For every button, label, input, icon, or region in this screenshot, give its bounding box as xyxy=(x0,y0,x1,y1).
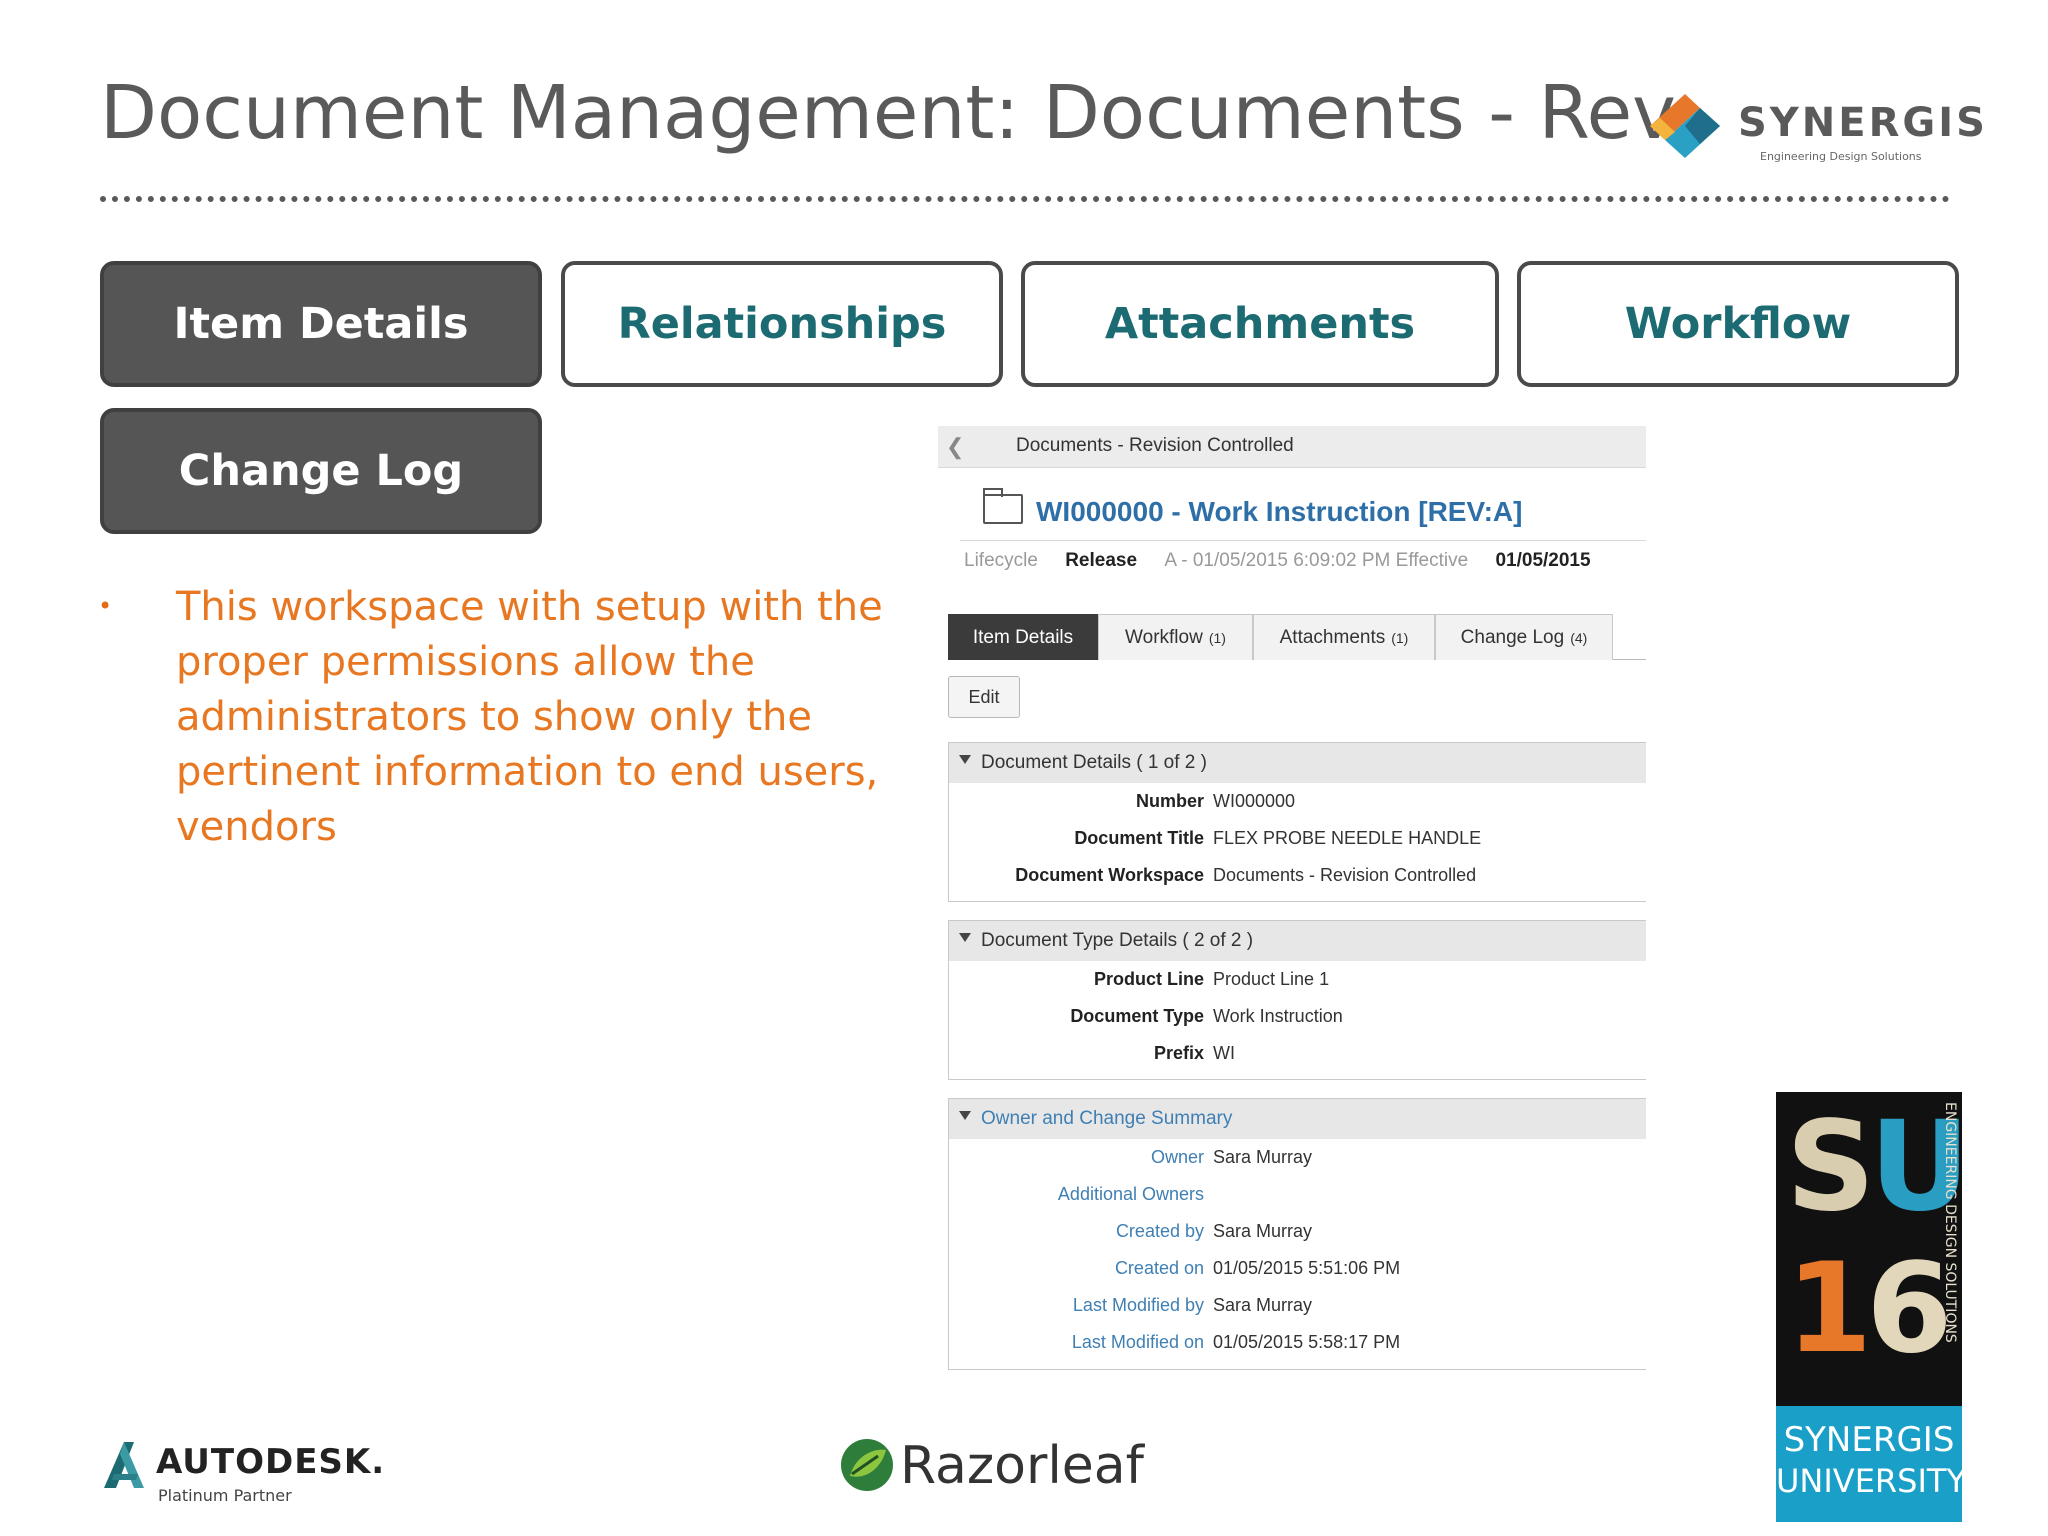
field-label: Last Modified by xyxy=(1072,1295,1204,1315)
tab-label: Attachments xyxy=(1279,626,1386,648)
tab-label: Item Details xyxy=(972,626,1074,648)
field-row: Last Modified on 01/05/2015 5:58:17 PM xyxy=(949,1324,1646,1361)
workspace-title[interactable]: Documents - Revision Controlled xyxy=(1016,435,1294,457)
field-row: Additional Owners xyxy=(949,1176,1646,1213)
field-value: WI xyxy=(1213,1043,1235,1063)
autodesk-name: AUTODESK. xyxy=(156,1442,386,1482)
badge-footer: SYNERGIS UNIVERSITY xyxy=(1776,1406,1962,1522)
edit-button[interactable]: Edit xyxy=(948,676,1020,718)
tab-item-details[interactable]: Item Details xyxy=(948,614,1098,660)
field-label: Number xyxy=(1135,791,1204,811)
field-label: Document Type xyxy=(1070,1006,1204,1026)
section-header[interactable]: Owner and Change Summary xyxy=(949,1099,1646,1139)
tab-count: (1) xyxy=(1391,629,1409,646)
owner-change-summary-section: Owner and Change Summary Owner Sara Murr… xyxy=(948,1098,1646,1370)
field-label: Product Line xyxy=(1093,969,1204,989)
field-value: Sara Murray xyxy=(1213,1295,1313,1315)
field-value: 01/05/2015 5:51:06 PM xyxy=(1213,1258,1401,1278)
section-title: Document Details ( 1 of 2 ) xyxy=(981,752,1207,773)
nav-relationships-button[interactable]: Relationships xyxy=(561,261,1003,387)
tab-count: (4) xyxy=(1570,629,1588,646)
autodesk-subtitle: Platinum Partner xyxy=(158,1486,292,1505)
badge-letter: 1 xyxy=(1786,1237,1872,1381)
field-row: Product Line Product Line 1 xyxy=(949,961,1646,998)
tab-label: Workflow xyxy=(1125,626,1203,648)
tab-label: Change Log xyxy=(1460,626,1565,648)
field-row: Created by Sara Murray xyxy=(949,1213,1646,1250)
section-header[interactable]: Document Details ( 1 of 2 ) xyxy=(949,743,1646,783)
title-divider xyxy=(100,196,1950,202)
field-value: FLEX PROBE NEEDLE HANDLE xyxy=(1213,828,1482,848)
field-row: Owner Sara Murray xyxy=(949,1139,1646,1176)
field-label: Created on xyxy=(1114,1258,1204,1278)
field-value: Product Line 1 xyxy=(1213,969,1330,989)
badge-vertical-text: ENGINEERING DESIGN SOLUTIONS xyxy=(1942,1102,1958,1343)
razorleaf-leaf-icon xyxy=(841,1439,893,1491)
divider xyxy=(960,540,1646,541)
field-row: Document Type Work Instruction xyxy=(949,998,1646,1035)
tab-change-log[interactable]: Change Log (4) xyxy=(1435,614,1613,660)
field-label: Document Workspace xyxy=(1015,865,1204,885)
field-value: Work Instruction xyxy=(1213,1006,1343,1026)
nav-workflow-button[interactable]: Workflow xyxy=(1517,261,1959,387)
field-value: WI000000 xyxy=(1213,791,1296,811)
field-label: Created by xyxy=(1115,1221,1204,1241)
tab-attachments[interactable]: Attachments (1) xyxy=(1253,614,1435,660)
field-row: Document Workspace Documents - Revision … xyxy=(949,857,1646,894)
collapse-triangle-icon[interactable] xyxy=(959,755,971,764)
collapse-triangle-icon[interactable] xyxy=(959,933,971,942)
item-title: WI000000 - Work Instruction [REV:A] xyxy=(1036,496,1523,527)
tab-count: (1) xyxy=(1208,629,1226,646)
field-label: Prefix xyxy=(1153,1043,1204,1063)
document-type-section: Document Type Details ( 2 of 2 ) Product… xyxy=(948,920,1646,1080)
workspace-bar: ❮ Documents - Revision Controlled xyxy=(938,426,1646,468)
autodesk-logo: AUTODESK. Platinum Partner xyxy=(100,1440,384,1510)
lifecycle-effective-date: 01/05/2015 xyxy=(1495,550,1591,571)
section-title: Owner and Change Summary xyxy=(981,1108,1233,1129)
lifecycle-label: Lifecycle xyxy=(964,550,1038,571)
slide-title: Document Management: Documents - Rev xyxy=(100,70,1676,156)
lifecycle-row: Lifecycle Release A - 01/05/2015 6:09:02… xyxy=(964,550,1613,572)
field-label: Document Title xyxy=(1074,828,1204,848)
badge-line-2: UNIVERSITY xyxy=(1776,1462,1962,1500)
bullet-marker: • xyxy=(98,592,113,620)
lifecycle-value: Release xyxy=(1065,550,1138,571)
field-label: Additional Owners xyxy=(1057,1184,1204,1204)
lifecycle-state: A - 01/05/2015 6:09:02 PM Effective xyxy=(1164,550,1469,571)
section-title: Document Type Details ( 2 of 2 ) xyxy=(981,930,1254,951)
nav-attachments-button[interactable]: Attachments xyxy=(1021,261,1499,387)
nav-change-log-button[interactable]: Change Log xyxy=(100,408,542,534)
field-value: Sara Murray xyxy=(1213,1221,1313,1241)
synergis-logo-mark xyxy=(1650,94,1720,158)
section-header[interactable]: Document Type Details ( 2 of 2 ) xyxy=(949,921,1646,961)
synergis-university-badge: SU 16 ENGINEERING DESIGN SOLUTIONS SYNER… xyxy=(1776,1092,1962,1522)
tab-workflow[interactable]: Workflow (1) xyxy=(1098,614,1253,660)
badge-letter: S xyxy=(1786,1095,1875,1239)
field-row: Last Modified by Sara Murray xyxy=(949,1287,1646,1324)
synergis-tagline: Engineering Design Solutions xyxy=(1760,150,1922,163)
field-row: Created on 01/05/2015 5:51:06 PM xyxy=(949,1250,1646,1287)
field-label: Owner xyxy=(1150,1147,1204,1167)
autodesk-logo-mark xyxy=(104,1442,144,1488)
document-details-section: Document Details ( 1 of 2 ) Number WI000… xyxy=(948,742,1646,902)
field-row: Prefix WI xyxy=(949,1035,1646,1072)
field-row: Number WI000000 xyxy=(949,783,1646,820)
field-value: Sara Murray xyxy=(1213,1147,1313,1167)
item-tabs: Item Details Workflow (1) Attachments (1… xyxy=(948,614,1646,660)
item-details-panel: ❮ Documents - Revision Controlled WI0000… xyxy=(938,426,1646,1381)
field-value: 01/05/2015 5:58:17 PM xyxy=(1213,1332,1401,1352)
collapse-triangle-icon[interactable] xyxy=(959,1111,971,1120)
back-chevron-icon[interactable]: ❮ xyxy=(946,434,964,460)
bullet-text: This workspace with setup with the prope… xyxy=(176,584,883,850)
synergis-logo: SYNERGIS Engineering Design Solutions xyxy=(1640,86,1985,170)
field-label: Last Modified on xyxy=(1071,1332,1204,1352)
synergis-logo-text: SYNERGIS xyxy=(1738,100,1988,146)
badge-line-1: SYNERGIS xyxy=(1783,1420,1955,1460)
razorleaf-name: Razorleaf xyxy=(900,1436,1144,1496)
folder-icon xyxy=(983,488,1023,524)
razorleaf-logo: Razorleaf xyxy=(838,1436,1148,1506)
nav-item-details-button[interactable]: Item Details xyxy=(100,261,542,387)
field-value: Documents - Revision Controlled xyxy=(1213,865,1477,885)
field-row: Document Title FLEX PROBE NEEDLE HANDLE xyxy=(949,820,1646,857)
